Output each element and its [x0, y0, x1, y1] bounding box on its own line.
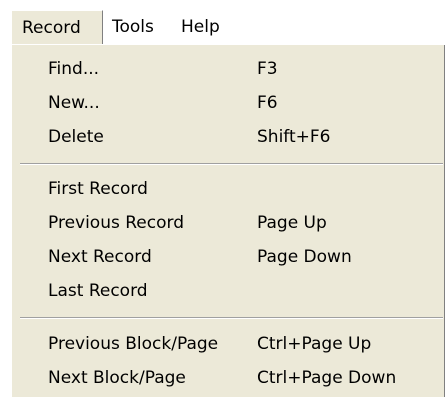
menu-item-shortcut: Page Up: [257, 213, 327, 233]
menu-item-next-record[interactable]: Next Record Page Down: [12, 241, 442, 275]
menu-record[interactable]: Record: [11, 10, 103, 44]
menu-item-shortcut: Ctrl+Page Up: [257, 334, 372, 354]
menu-separator: [20, 317, 443, 319]
menu-item-previous-record[interactable]: Previous Record Page Up: [12, 207, 442, 241]
menu-item-new[interactable]: New... F6: [12, 87, 442, 121]
record-dropdown-menu: Find... F3 New... F6 Delete Shift+F6 Fir…: [11, 44, 445, 397]
menu-item-label: Last Record: [48, 281, 148, 301]
menu-item-shortcut: Ctrl+Page Down: [257, 368, 397, 388]
menu-bar: Record Tools Help: [0, 0, 445, 46]
menu-item-next-block-page[interactable]: Next Block/Page Ctrl+Page Down: [12, 362, 442, 396]
menu-help[interactable]: Help: [181, 10, 220, 44]
menu-item-shortcut: F6: [257, 93, 278, 113]
menu-item-label: Previous Block/Page: [48, 334, 219, 354]
menu-item-find[interactable]: Find... F3: [12, 53, 442, 87]
menu-item-shortcut: Page Down: [257, 247, 352, 267]
menu-item-label: Next Block/Page: [48, 368, 186, 388]
menu-item-first-record[interactable]: First Record: [12, 173, 442, 207]
menu-item-label: Previous Record: [48, 213, 184, 233]
menu-item-previous-block-page[interactable]: Previous Block/Page Ctrl+Page Up: [12, 328, 442, 362]
menu-item-label: New...: [48, 93, 100, 113]
menu-separator: [20, 163, 443, 165]
menu-item-delete[interactable]: Delete Shift+F6: [12, 121, 442, 155]
menu-item-shortcut: Shift+F6: [257, 127, 331, 147]
menu-item-label: Next Record: [48, 247, 152, 267]
menu-item-label: Find...: [48, 59, 100, 79]
menu-item-label: Delete: [48, 127, 104, 147]
menu-item-label: First Record: [48, 179, 148, 199]
menu-item-shortcut: F3: [257, 59, 278, 79]
menu-item-last-record[interactable]: Last Record: [12, 275, 442, 309]
menu-tools[interactable]: Tools: [112, 10, 154, 44]
